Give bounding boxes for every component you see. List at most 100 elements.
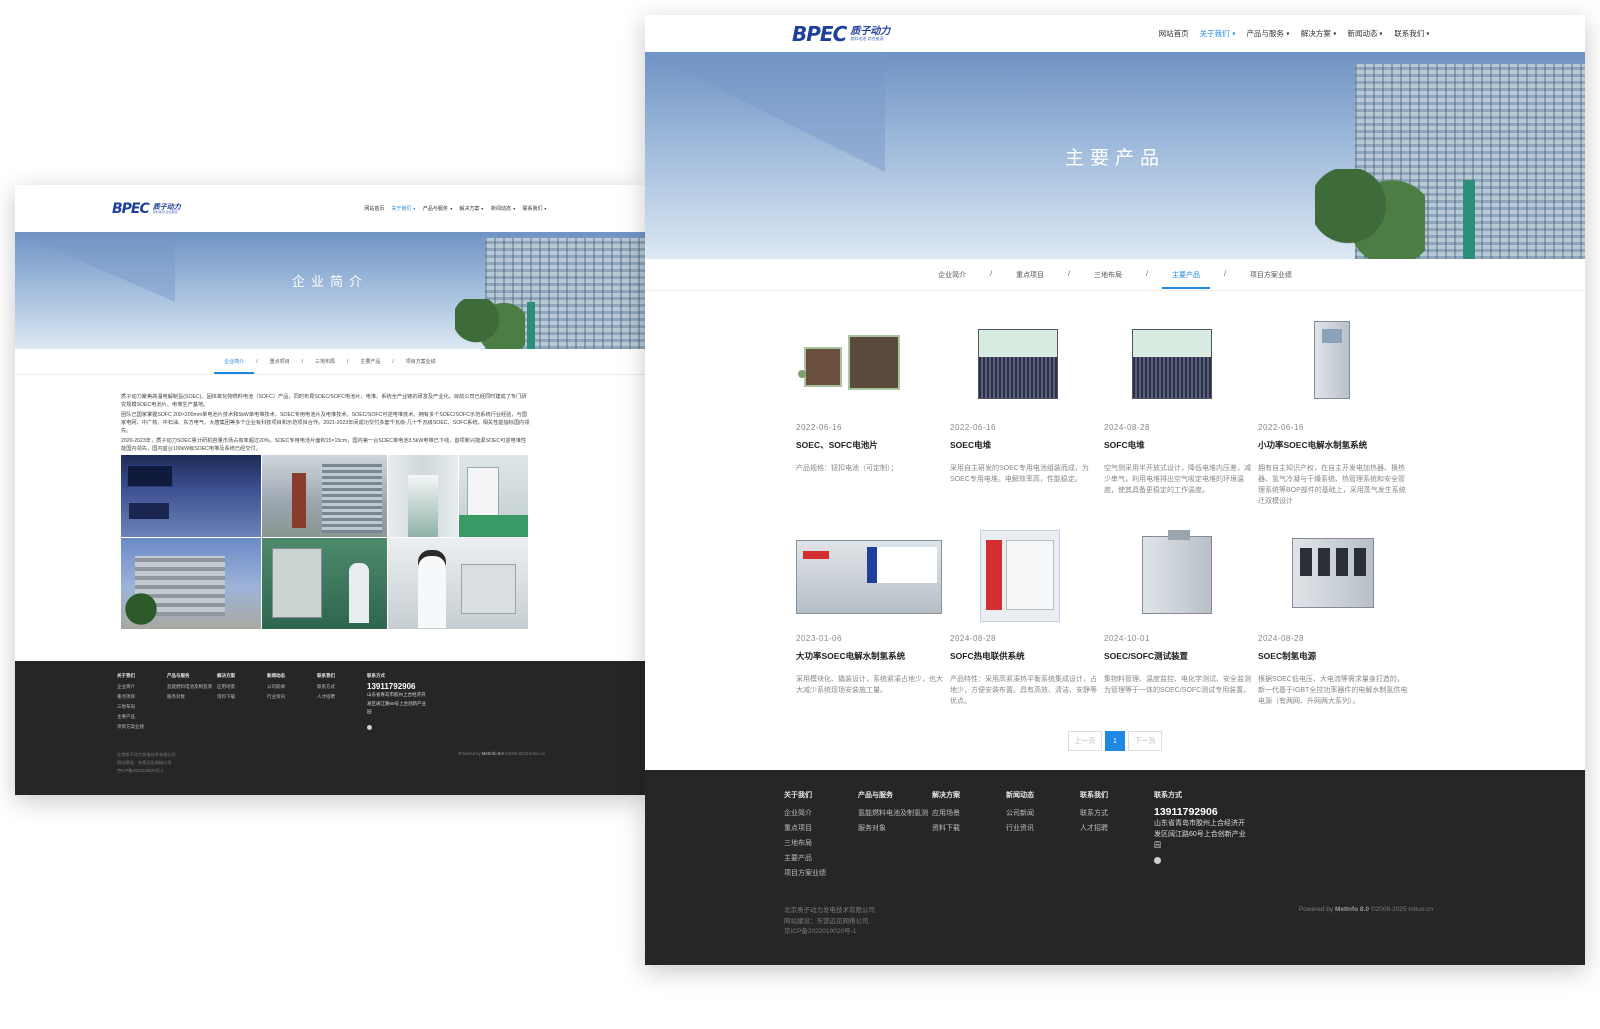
nav-item-label: 网站首页 — [1158, 29, 1189, 38]
footer-link[interactable]: 应用场景 — [217, 682, 235, 692]
section-tab[interactable]: 三地布局 — [315, 358, 335, 365]
footer-link[interactable]: 资料下载 — [932, 821, 960, 836]
footer-column-title[interactable]: 产品与服务 — [167, 673, 212, 679]
nav-item[interactable]: 关于我们 ▾ — [391, 205, 416, 212]
brand-logo[interactable]: BPEC 质子动力 燃料电池·综合能源 — [792, 22, 890, 46]
footer-icp[interactable]: 京ICP备2022019020号-1 — [784, 927, 875, 938]
footer-link[interactable]: 联系方式 — [1080, 806, 1108, 821]
section-tab[interactable]: 主要产品 — [360, 358, 380, 365]
section-tab[interactable]: 重点项目 — [1016, 270, 1044, 280]
caret-down-icon: ▾ — [413, 206, 416, 212]
caret-down-icon: ▾ — [513, 206, 516, 212]
footer-link[interactable]: 人才招聘 — [317, 692, 335, 702]
product-name[interactable]: SOEC制氢电源 — [1258, 650, 1316, 662]
product-card[interactable]: 2023-01-06 大功率SOEC电解水制氢系统 采用模块化、撬装设计，系统紧凑占… — [796, 526, 946, 716]
footer-link[interactable]: 人才招聘 — [1080, 821, 1108, 836]
page-number-button[interactable]: 1 — [1105, 731, 1125, 751]
footer-column-title[interactable]: 新闻动态 — [1006, 790, 1034, 800]
nav-item[interactable]: 解决方案 ▾ — [459, 205, 484, 212]
footer-column: 产品与服务氢能燃料电池及制氢测 服务对象 — [167, 673, 212, 702]
section-tab[interactable]: 项目方案业绩 — [406, 358, 436, 365]
brand-logo[interactable]: BPEC 质子动力 燃料电池·综合能源 — [112, 201, 181, 217]
footer-link[interactable]: 服务对象 — [858, 821, 928, 836]
footer-powered-by[interactable]: Powered by MetInfo 8.0 ©2008-2023 mituo.… — [459, 751, 545, 756]
product-card[interactable]: 2024-08-28 SOEC制氢电源 根据SOEC低电压、大电流等需求量身打造的，… — [1258, 526, 1408, 716]
footer-link[interactable]: 行业资讯 — [267, 692, 285, 702]
nav-item[interactable]: 联系我们 ▾ — [1394, 28, 1430, 39]
footer-link[interactable]: 主要产品 — [784, 851, 826, 866]
section-tab[interactable]: 企业简介 — [938, 270, 966, 280]
footer-link[interactable]: 项目方案业绩 — [784, 866, 826, 881]
wechat-icon[interactable] — [1154, 857, 1161, 864]
nav-item[interactable]: 网站首页 — [1159, 28, 1189, 39]
website-screenshot-company-intro: BPEC 质子动力 燃料电池·综合能源 网站首页 关于我们 ▾ 产品与服务 ▾ 解决方案 ▾… — [15, 185, 645, 795]
section-tab[interactable]: 企业简介 — [214, 358, 255, 374]
footer-column-title[interactable]: 解决方案 — [217, 673, 235, 679]
footer-column-title[interactable]: 关于我们 — [784, 790, 826, 800]
nav-item[interactable]: 产品与服务 ▾ — [423, 205, 453, 212]
product-name[interactable]: SOFC热电联供系统 — [950, 650, 1025, 662]
footer-link[interactable]: 企业简介 — [117, 682, 144, 692]
product-name[interactable]: SOEC/SOFC测试装置 — [1104, 650, 1188, 662]
footer-column-title[interactable]: 联系我们 — [317, 673, 335, 679]
footer-link[interactable]: 氢能燃料电池及制氢测 — [858, 806, 928, 821]
product-name[interactable]: SOEC、SOFC电池片 — [796, 439, 878, 451]
contact-phone: 13911792906 — [367, 682, 416, 691]
footer-link[interactable]: 服务对象 — [167, 692, 212, 702]
footer-link[interactable]: 三地布局 — [117, 702, 144, 712]
product-grid: 2022-06-16 SOEC、SOFC电池片 产品规格：钮扣电池（可定制）； 202… — [796, 315, 1408, 716]
footer-column-title[interactable]: 解决方案 — [932, 790, 960, 800]
footer-column-title[interactable]: 关于我们 — [117, 673, 144, 679]
nav-item[interactable]: 联系我们 ▾ — [522, 205, 547, 212]
lobby-logo-photo — [121, 455, 261, 537]
product-name[interactable]: 大功率SOEC电解水制氢系统 — [796, 650, 905, 662]
powered-prefix: Powered by — [1298, 906, 1334, 913]
product-name[interactable]: SOFC电堆 — [1104, 439, 1145, 451]
footer-link[interactable]: 公司新闻 — [267, 682, 285, 692]
section-tab[interactable]: 重点项目 — [270, 358, 290, 365]
nav-item[interactable]: 产品与服务 ▾ — [1246, 28, 1289, 39]
footer-link[interactable]: 公司新闻 — [1006, 806, 1034, 821]
nav-item[interactable]: 关于我们 ▾ — [1200, 28, 1236, 39]
footer-link[interactable]: 重点项目 — [117, 692, 144, 702]
section-tab[interactable]: 项目方案业绩 — [1250, 270, 1292, 280]
footer-powered-by[interactable]: Powered by MetInfo 8.0 ©2008-2025 mituo.… — [1299, 906, 1433, 913]
prev-page-button[interactable]: 上一页 — [1068, 731, 1102, 751]
product-card[interactable]: 2024-10-01 SOEC/SOFC测试装置 集物料管理、温度监控、电化学测试、… — [1104, 526, 1254, 716]
footer-column-title[interactable]: 新闻动态 — [267, 673, 285, 679]
footer-link[interactable]: 三地布局 — [784, 836, 826, 851]
logo-tagline: 燃料电池·综合能源 — [152, 209, 178, 214]
footer-column-title[interactable]: 联系我们 — [1080, 790, 1108, 800]
footer-link[interactable]: 联系方式 — [317, 682, 335, 692]
site-header: BPEC 质子动力 燃料电池·综合能源 网站首页 关于我们 ▾ 产品与服务 ▾ 解决方案 ▾… — [15, 185, 645, 232]
nav-item[interactable]: 解决方案 ▾ — [1301, 28, 1337, 39]
corridor-photo — [388, 455, 458, 537]
powered-name: MetInfo 8.0 — [481, 751, 504, 756]
footer-link[interactable]: 应用场景 — [932, 806, 960, 821]
footer-link[interactable]: 主要产品 — [117, 712, 144, 722]
footer-column-title[interactable]: 产品与服务 — [858, 790, 928, 800]
product-card[interactable]: 2022-06-16 SOEC电堆 采用自主研发的SOEC专用电池组装而成，为SOE… — [950, 315, 1100, 505]
wechat-icon[interactable] — [367, 724, 372, 730]
nav-item[interactable]: 网站首页 — [364, 205, 384, 212]
product-card[interactable]: 2024-08-28 SOFC电堆 空气侧采用半开放式设计，降低电堆内压差，减少串气… — [1104, 315, 1254, 505]
product-card[interactable]: 2022-06-16 小功率SOEC电解水制氢系统 拥有自主知识产权，在自主开发电加… — [1258, 315, 1408, 505]
next-page-button[interactable]: 下一页 — [1128, 731, 1162, 751]
nav-item[interactable]: 新闻动态 ▾ — [1347, 28, 1383, 39]
footer-icp[interactable]: 京ICP备2022019020号-1 — [117, 767, 176, 775]
footer-link[interactable]: 氢能燃料电池及制氢测 — [167, 682, 212, 692]
footer-link[interactable]: 重点项目 — [784, 821, 826, 836]
footer-link[interactable]: 行业资讯 — [1006, 821, 1034, 836]
footer-link[interactable]: 项目方案业绩 — [117, 722, 144, 732]
section-tab[interactable]: 主要产品 — [1161, 270, 1210, 289]
section-tab[interactable]: 三地布局 — [1094, 270, 1122, 280]
footer-link[interactable]: 企业简介 — [784, 806, 826, 821]
nav-item[interactable]: 新闻动态 ▾ — [491, 205, 516, 212]
product-card[interactable]: 2022-06-16 SOEC、SOFC电池片 产品规格：钮扣电池（可定制）； — [796, 315, 946, 505]
product-name[interactable]: SOEC电堆 — [950, 439, 991, 451]
footer-link[interactable]: 资料下载 — [217, 692, 235, 702]
product-card[interactable]: 2024-08-28 SOFC热电联供系统 产品特性：采用高紧凑热平衡系统集成设计，… — [950, 526, 1100, 716]
footer-contact: 联系方式 13911792906 山东省青岛市胶州上合经济开发区阔江路60号上合创新… — [367, 673, 429, 735]
product-name[interactable]: 小功率SOEC电解水制氢系统 — [1258, 439, 1367, 451]
footer-builder: 网站建设：东营远见网络公司 — [117, 760, 172, 766]
